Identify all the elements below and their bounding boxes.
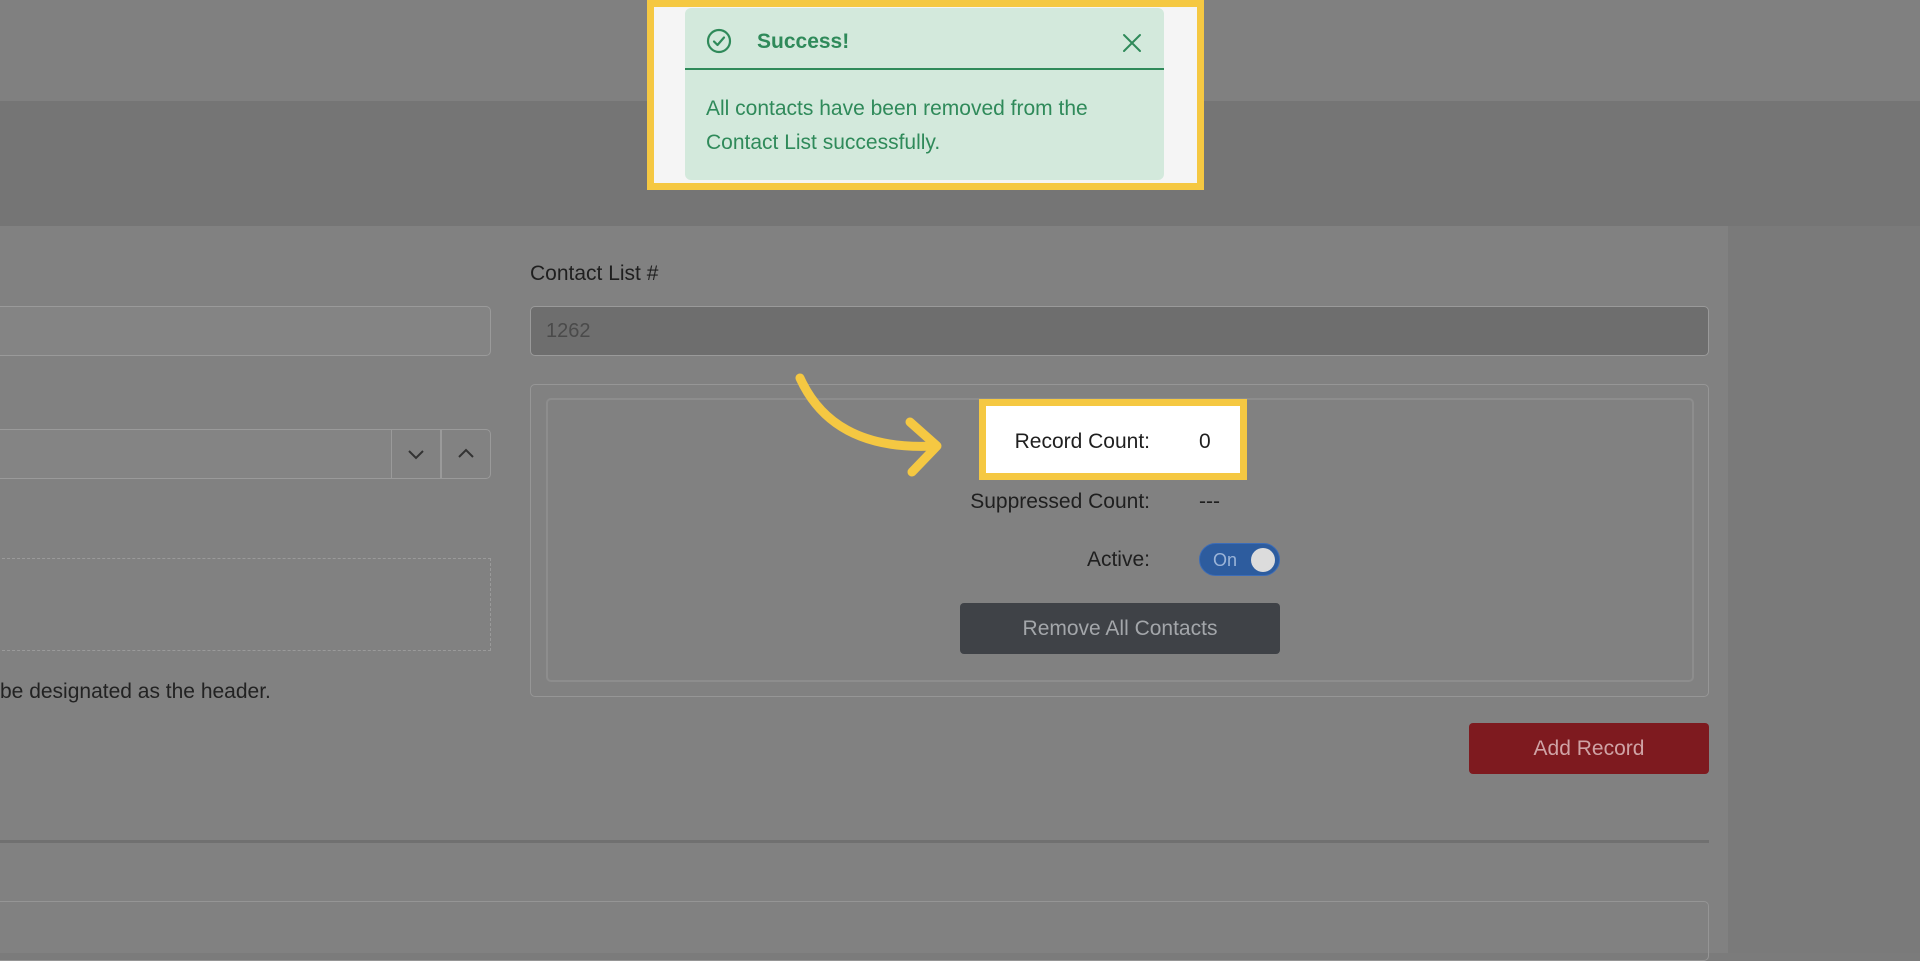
- chevron-up-icon: [458, 448, 474, 458]
- active-toggle[interactable]: On: [1199, 543, 1280, 576]
- suppressed-count-label: Suppressed Count:: [970, 490, 1150, 513]
- left-number-input[interactable]: [0, 429, 392, 479]
- check-circle-icon: [706, 28, 732, 54]
- remove-all-contacts-button[interactable]: Remove All Contacts: [960, 603, 1280, 654]
- bottom-field[interactable]: [0, 901, 1709, 961]
- add-record-button[interactable]: Add Record: [1469, 723, 1709, 774]
- header-hint-text: be designated as the header.: [0, 680, 271, 703]
- active-label: Active:: [1086, 548, 1150, 571]
- close-icon[interactable]: [1121, 32, 1143, 54]
- file-drop-zone[interactable]: [0, 558, 491, 651]
- suppressed-count-value: ---: [1199, 490, 1220, 513]
- toast-title: Success!: [757, 30, 850, 53]
- right-margin: [1728, 226, 1920, 953]
- contact-list-label: Contact List #: [530, 262, 659, 285]
- record-count-label: Record Count:: [1014, 430, 1150, 453]
- contact-list-number-value: 1262: [546, 319, 591, 342]
- active-toggle-text: On: [1213, 550, 1238, 570]
- annotation-arrow-icon: [795, 373, 942, 477]
- chevron-down-icon: [408, 450, 424, 460]
- record-count-value: 0: [1199, 430, 1211, 453]
- left-text-input[interactable]: [0, 306, 491, 356]
- increment-button[interactable]: [441, 429, 491, 479]
- contact-list-number-field: 1262: [530, 306, 1709, 356]
- section-divider: [0, 840, 1709, 843]
- toggle-knob: [1251, 548, 1275, 572]
- toast-message: All contacts have been removed from the …: [706, 97, 1088, 154]
- toast-header: Success!: [685, 8, 1164, 70]
- success-toast: Success! All contacts have been removed …: [685, 8, 1164, 180]
- decrement-button[interactable]: [391, 429, 441, 479]
